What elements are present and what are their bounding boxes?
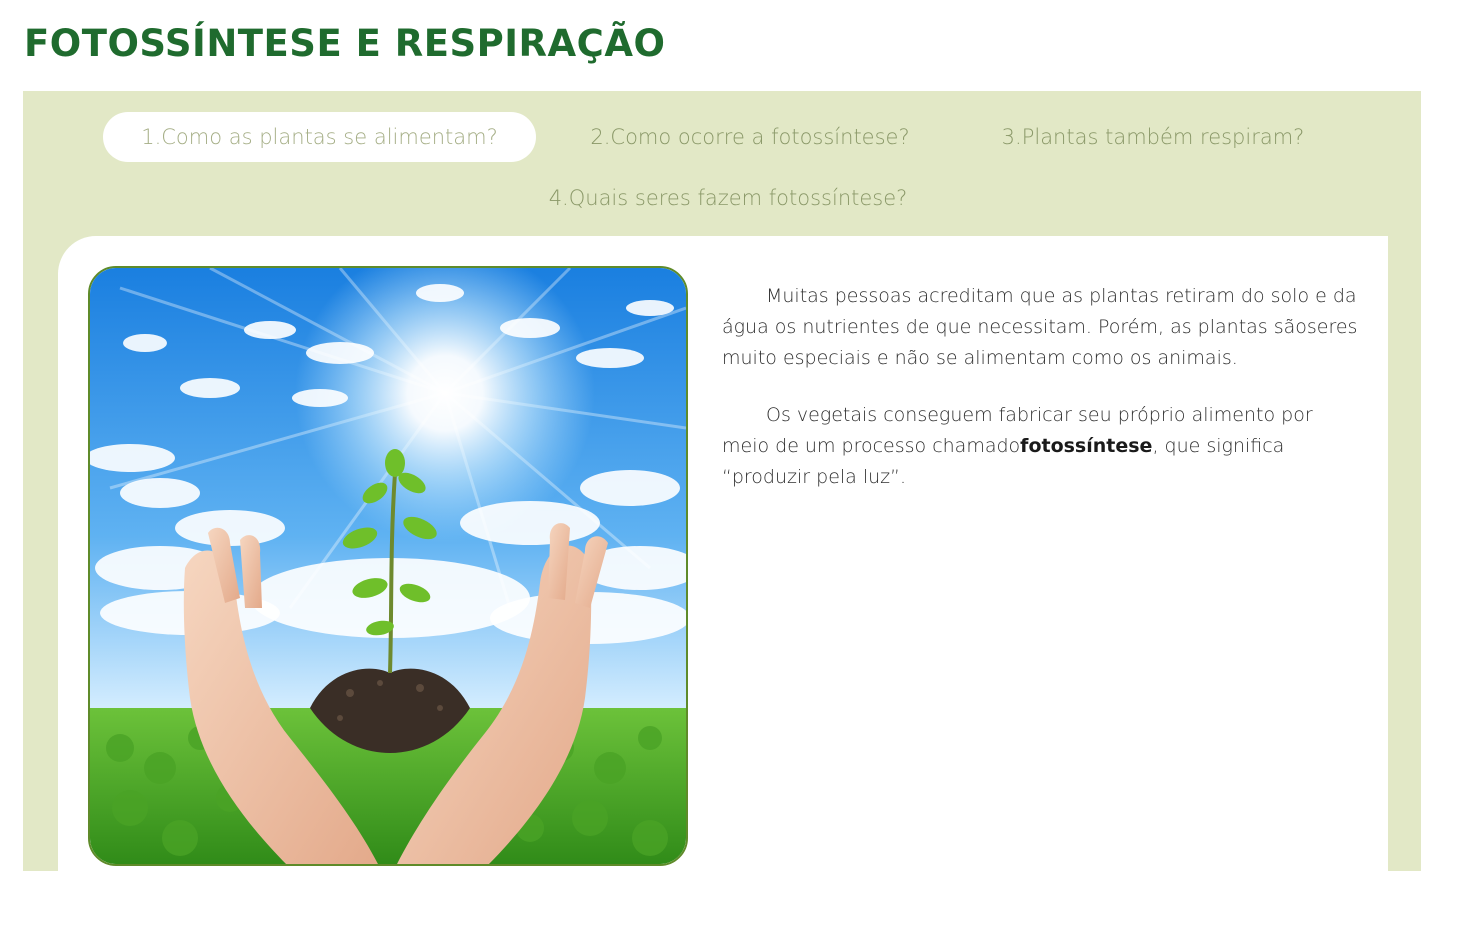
page-title: FOTOSSÍNTESE E RESPIRAÇÃO bbox=[24, 22, 666, 65]
tab-plants-breathe[interactable]: 3.Plantas também respiram? bbox=[983, 112, 1323, 162]
content-panel: 1.Como as plantas se alimentam? 2.Como o… bbox=[23, 91, 1421, 936]
content-card: Muitas pessoas acreditam que as plantas … bbox=[58, 236, 1388, 936]
photosynthesis-keyword: fotossíntese bbox=[1020, 435, 1153, 457]
tab-how-photosynthesis-occurs[interactable]: 2.Como ocorre a fotossíntese? bbox=[570, 112, 930, 162]
paragraph-plants-nutrients: Muitas pessoas acreditam que as plantas … bbox=[722, 285, 1358, 369]
paragraph-photosynthesis-definition: Os vegetais conseguem fabricar seu própr… bbox=[722, 400, 1362, 493]
tab-who-does-photosynthesis[interactable]: 4.Quais seres fazem fotossíntese? bbox=[528, 173, 928, 223]
tab-how-plants-feed[interactable]: 1.Como as plantas se alimentam? bbox=[103, 112, 536, 162]
seedling-photo bbox=[88, 266, 688, 866]
intro-text: Muitas pessoas acreditam que as plantas … bbox=[722, 281, 1362, 519]
